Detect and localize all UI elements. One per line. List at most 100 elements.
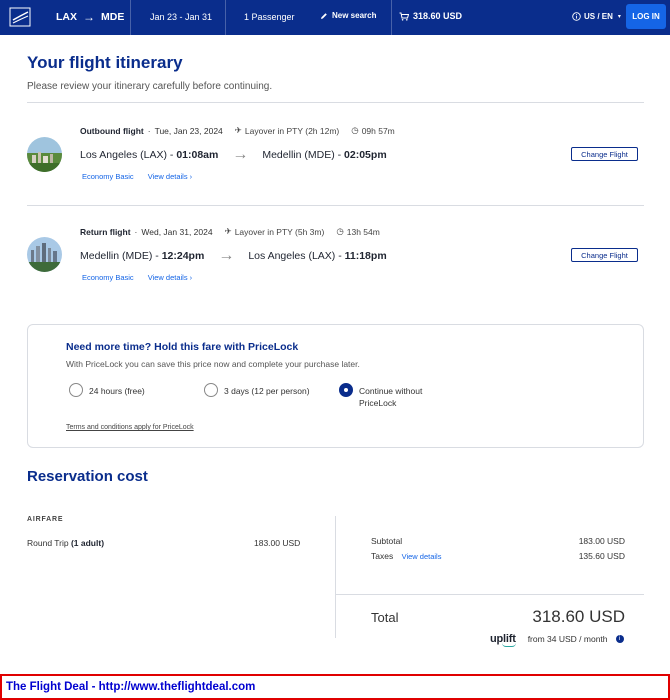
clock-icon: ◷ <box>351 125 359 135</box>
total-label: Total <box>371 610 399 625</box>
subtotal-row: Subtotal 183.00 USD <box>371 536 625 546</box>
cart-icon <box>399 12 409 21</box>
pricelock-description: With PriceLock you can save this price n… <box>66 359 360 369</box>
flight-links: Economy Basic View details › <box>82 273 192 282</box>
arrival-time: 02:05pm <box>344 149 387 161</box>
info-icon[interactable]: i <box>615 635 624 643</box>
fare-type-link[interactable]: Economy Basic <box>82 172 134 181</box>
airline-logo-icon[interactable] <box>9 7 31 27</box>
flight-type: Return flight <box>80 226 131 237</box>
plane-icon: ✈ <box>234 125 242 135</box>
round-trip-label: Round Trip (1 adult) <box>27 538 105 548</box>
total-value: 318.60 USD <box>532 607 625 626</box>
change-flight-button[interactable]: Change Flight <box>571 248 638 262</box>
pricelock-option-3days[interactable]: 3 days (12 per person) <box>204 383 310 397</box>
arrow-right-icon: → <box>218 247 235 264</box>
header-divider <box>225 0 226 35</box>
pencil-icon <box>321 12 327 19</box>
duration-text: 09h 57m <box>361 125 395 136</box>
subtotal-label: Subtotal <box>371 536 403 546</box>
cart-button[interactable]: 318.60 USD <box>399 11 462 21</box>
flight-header: Outbound flight · Tue, Jan 23, 2024 ✈ La… <box>80 125 395 136</box>
round-trip-passengers: (1 adult) <box>70 538 105 548</box>
top-header: LAX → MDE Jan 23 - Jan 31 1 Passenger Ne… <box>0 0 670 35</box>
flight-date: Tue, Jan 23, 2024 <box>154 125 223 136</box>
arrival-time: 11:18pm <box>344 250 387 262</box>
return-flight-card: Return flight · Wed, Jan 31, 2024 ✈ Layo… <box>0 211 670 301</box>
duration-text: 13h 54m <box>346 226 380 237</box>
option-label: 3 days (12 per person) <box>224 386 310 396</box>
route-arrow-icon: → <box>83 10 95 24</box>
destination-code: MDE <box>101 11 125 23</box>
duration-info: ◷ 13h 54m <box>336 226 380 237</box>
radio-button[interactable] <box>204 383 218 397</box>
locale-label: US / EN <box>584 12 613 21</box>
page-subtitle: Please review your itinerary carefully b… <box>27 81 273 92</box>
round-trip-value: 183.00 USD <box>254 538 301 548</box>
layover-info: ✈ Layover in PTY (2h 12m) <box>235 125 339 136</box>
uplift-text: from 34 USD / month <box>527 634 608 644</box>
radio-button[interactable] <box>69 383 83 397</box>
option-label: 24 hours (free) <box>89 386 145 396</box>
page-title: Your flight itinerary <box>27 53 183 72</box>
departure-city: Los Angeles (LAX) <box>80 149 167 161</box>
flight-header: Return flight · Wed, Jan 31, 2024 ✈ Layo… <box>80 226 380 237</box>
flight-route: Medellin (MDE) - 12:24pm → Los Angeles (… <box>80 247 387 264</box>
arrival-city: Los Angeles (LAX) <box>248 250 336 262</box>
flight-deal-banner: The Flight Deal - http://www.theflightde… <box>0 674 670 700</box>
divider <box>27 205 644 206</box>
passenger-count[interactable]: 1 Passenger <box>244 12 295 22</box>
divider <box>335 516 336 638</box>
taxes-value: 135.60 USD <box>578 551 625 561</box>
duration-info: ◷ 09h 57m <box>351 125 395 136</box>
departure-city: Medellin (MDE) <box>80 250 153 262</box>
uplift-financing[interactable]: uplift from 34 USD / month i <box>490 633 624 647</box>
flight-links: Economy Basic View details › <box>82 172 192 181</box>
flight-route: Los Angeles (LAX) - 01:08am → Medellin (… <box>80 146 387 163</box>
info-circle-icon <box>572 12 581 21</box>
chevron-down-icon: ▾ <box>617 14 621 20</box>
subtotal-value: 183.00 USD <box>578 536 625 546</box>
origin-code: LAX <box>56 11 77 23</box>
departure-time: 01:08am <box>176 149 219 161</box>
option-label: Continue without PriceLock <box>359 386 423 408</box>
taxes-row: Taxes View details 135.60 USD <box>371 551 625 561</box>
new-search-label: New search <box>332 11 377 20</box>
login-button[interactable]: LOG IN <box>626 4 666 29</box>
plane-icon: ✈ <box>224 226 232 236</box>
outbound-flight-card: Outbound flight · Tue, Jan 23, 2024 ✈ La… <box>0 110 670 200</box>
pricelock-option-continue[interactable]: Continue without PriceLock <box>339 383 439 409</box>
flight-date: Wed, Jan 31, 2024 <box>141 226 213 237</box>
taxes-view-details-link[interactable]: View details <box>402 552 442 561</box>
pricelock-option-24h[interactable]: 24 hours (free) <box>69 383 145 397</box>
layover-text: Layover in PTY (2h 12m) <box>244 125 340 136</box>
arrow-right-icon: → <box>232 146 249 163</box>
destination-photo <box>27 137 62 172</box>
clock-icon: ◷ <box>336 226 344 236</box>
uplift-logo: uplift <box>490 633 516 647</box>
airfare-label: AIRFARE <box>27 516 64 523</box>
new-search-button[interactable]: New search <box>320 11 376 20</box>
chevron-right-icon: › <box>189 172 193 181</box>
radio-button-selected[interactable] <box>339 383 353 397</box>
divider <box>336 594 644 595</box>
view-details-link[interactable]: View details › <box>148 273 192 282</box>
arrival-city: Medellin (MDE) <box>262 149 335 161</box>
cart-total: 318.60 USD <box>413 11 463 21</box>
locale-selector[interactable]: US / EN ▾ <box>572 12 621 21</box>
route-summary[interactable]: LAX → MDE <box>56 10 124 24</box>
change-flight-button[interactable]: Change Flight <box>571 147 638 161</box>
view-details-link[interactable]: View details › <box>148 172 192 181</box>
header-divider <box>130 0 131 35</box>
trip-dates[interactable]: Jan 23 - Jan 31 <box>150 12 212 22</box>
layover-text: Layover in PTY (5h 3m) <box>234 226 325 237</box>
chevron-right-icon: › <box>189 273 193 282</box>
reservation-title: Reservation cost <box>27 468 148 485</box>
pricelock-terms-link[interactable]: Terms and conditions apply for PriceLock <box>66 424 194 431</box>
pricelock-title: Need more time? Hold this fare with Pric… <box>66 341 299 353</box>
header-divider <box>391 0 392 35</box>
departure-time: 12:24pm <box>161 250 205 262</box>
fare-type-link[interactable]: Economy Basic <box>82 273 134 282</box>
taxes-label: Taxes <box>371 551 394 561</box>
layover-info: ✈ Layover in PTY (5h 3m) <box>225 226 325 237</box>
